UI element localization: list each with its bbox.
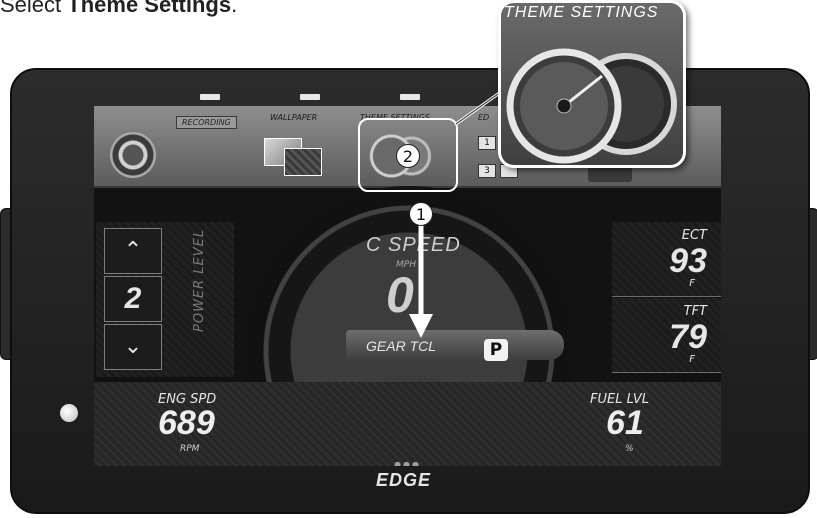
step-1-marker: 1 xyxy=(409,202,433,226)
arrow-down-icon xyxy=(409,224,433,338)
